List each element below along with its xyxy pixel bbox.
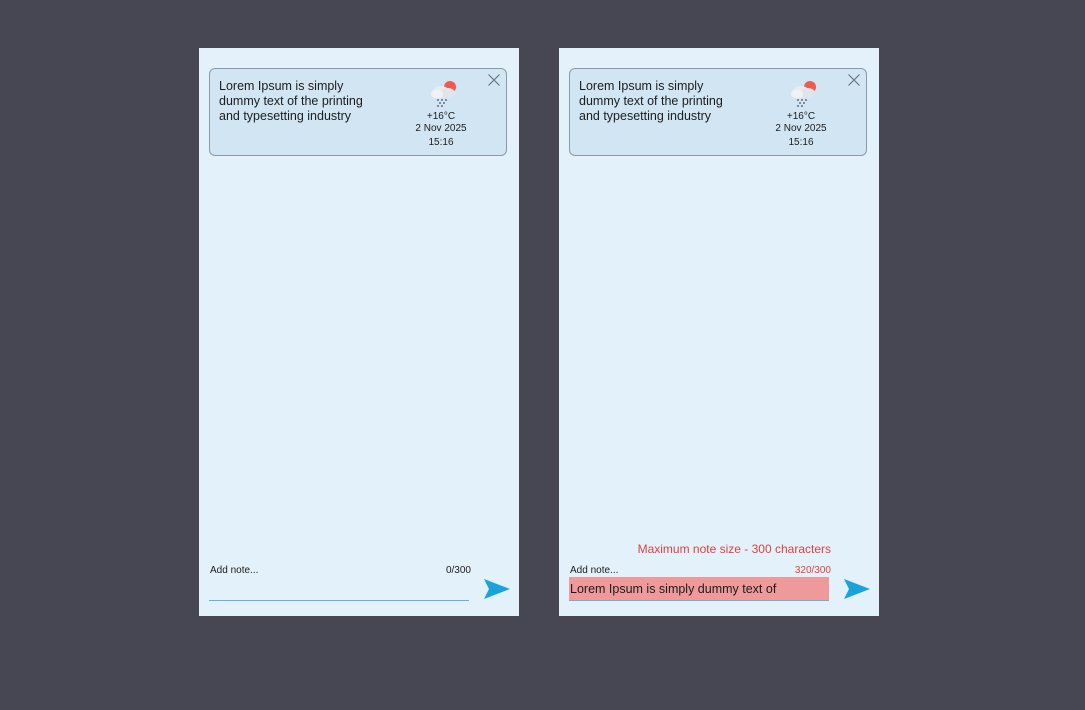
note-time: 15:16 (428, 137, 454, 148)
note-input[interactable] (569, 577, 829, 601)
send-icon[interactable] (483, 578, 511, 600)
close-icon[interactable] (487, 73, 501, 87)
note-input[interactable] (209, 577, 469, 601)
note-time: 15:16 (788, 137, 814, 148)
note-temperature: +16°C (426, 111, 456, 122)
cloud-rain-sun-icon (791, 81, 816, 107)
add-note-label: Add note... (570, 565, 619, 576)
note-card[interactable]: Lorem Ipsum is simply dummy text of the … (569, 68, 867, 156)
notes-panel-default: Lorem Ipsum is simply dummy text of the … (199, 48, 519, 616)
note-card[interactable]: Lorem Ipsum is simply dummy text of the … (209, 68, 507, 156)
note-date: 2 Nov 2025 (415, 123, 467, 134)
close-icon[interactable] (847, 73, 861, 87)
send-icon[interactable] (843, 578, 871, 600)
character-counter: 0/300 (445, 565, 471, 576)
max-size-error-message: Maximum note size - 300 characters (637, 542, 831, 556)
character-counter: 320/300 (794, 565, 831, 576)
note-temperature: +16°C (786, 111, 816, 122)
add-note-label: Add note... (210, 565, 259, 576)
cloud-rain-sun-icon (431, 81, 456, 107)
notes-panel-error: Lorem Ipsum is simply dummy text of the … (559, 48, 879, 616)
note-text: Lorem Ipsum is simply dummy text of the … (219, 79, 363, 123)
note-date: 2 Nov 2025 (775, 123, 827, 134)
note-text: Lorem Ipsum is simply dummy text of the … (579, 79, 723, 123)
